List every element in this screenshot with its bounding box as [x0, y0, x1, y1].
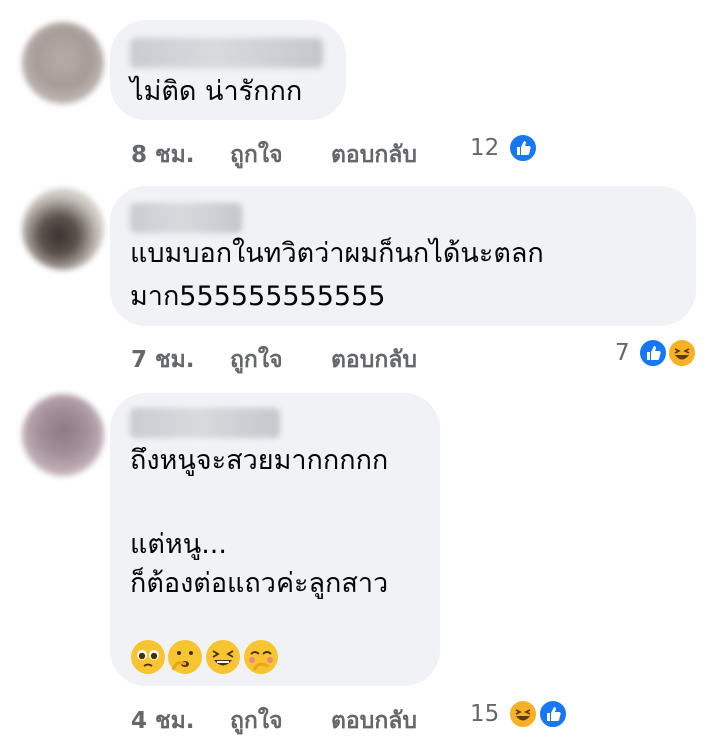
avatar[interactable]: [22, 22, 104, 104]
reaction-count: 7: [615, 340, 630, 366]
reply-button[interactable]: ตอบกลับ: [331, 703, 417, 739]
like-icon: [508, 133, 538, 163]
comment-text: ก็ต้องต่อแถวค่ะลูกสาว: [130, 568, 389, 599]
pleading-face-icon: [131, 640, 165, 674]
comment-text: มาก555555555555: [130, 281, 386, 312]
reaction-count: 12: [470, 135, 500, 161]
avatar[interactable]: [22, 394, 104, 476]
commenter-name[interactable]: [130, 38, 323, 68]
reply-button[interactable]: ตอบกลับ: [331, 342, 417, 378]
reaction-count: 15: [470, 701, 500, 727]
haha-icon: [508, 699, 538, 729]
commenter-name[interactable]: [130, 203, 242, 233]
reply-button[interactable]: ตอบกลับ: [331, 137, 417, 173]
comment-time[interactable]: 7 ชม.: [131, 342, 195, 378]
hand-over-mouth-icon: [168, 640, 202, 674]
comment-time[interactable]: 4 ชม.: [131, 703, 195, 739]
like-icon: [538, 699, 568, 729]
comment-text: แบมบอกในทวิตว่าผมก็นกได้นะตลก: [130, 238, 544, 269]
comment-time[interactable]: 8 ชม.: [131, 137, 195, 173]
like-button[interactable]: ถูกใจ: [230, 703, 283, 739]
like-button[interactable]: ถูกใจ: [230, 137, 283, 173]
like-button[interactable]: ถูกใจ: [230, 342, 283, 378]
laughing-face-icon: [206, 640, 240, 674]
comment-text: ถึงหนูจะสวยมากกกกก: [130, 445, 389, 476]
comment-text: ไม่ติด น่ารักกก: [130, 76, 303, 107]
giggle-face-icon: [244, 640, 278, 674]
comment-text: แต่หนู...: [130, 529, 227, 560]
haha-icon: [667, 338, 697, 368]
commenter-name[interactable]: [130, 408, 280, 438]
like-icon: [638, 338, 668, 368]
avatar[interactable]: [22, 188, 104, 270]
